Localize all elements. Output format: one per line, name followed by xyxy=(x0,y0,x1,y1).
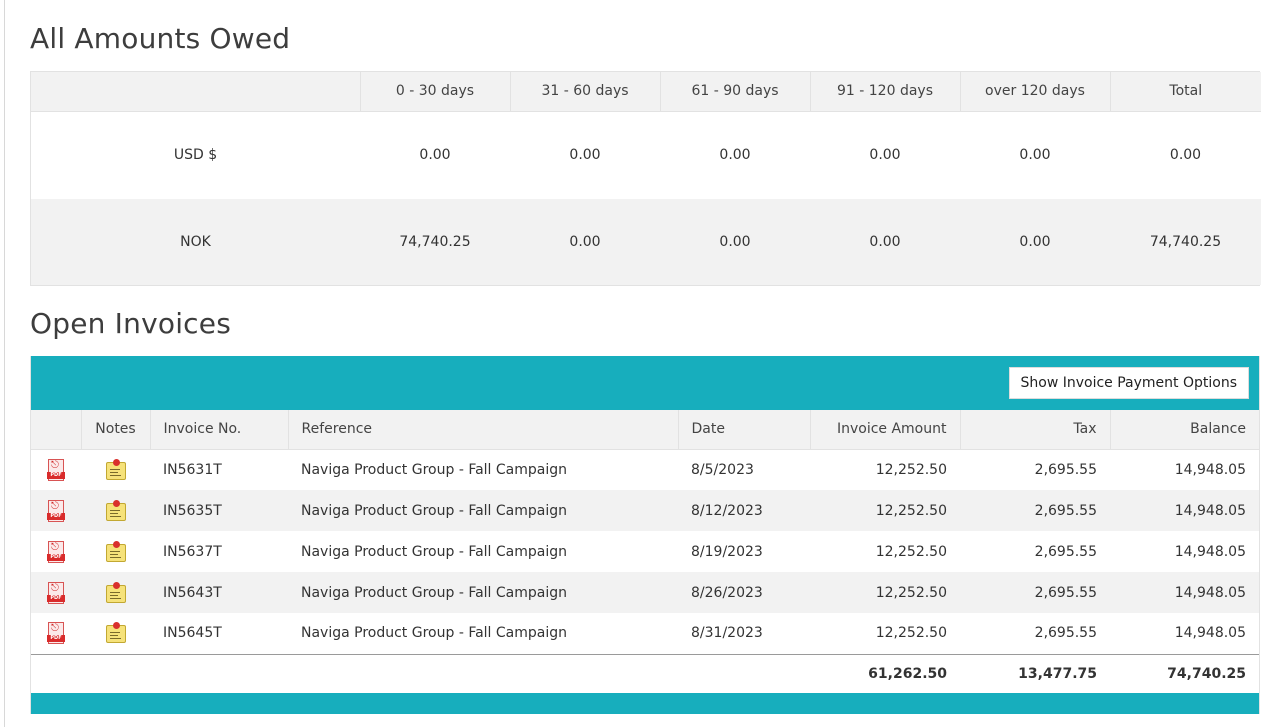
open-invoices-panel: Show Invoice Payment Options Notes Invoi… xyxy=(30,356,1260,714)
aging-row-usd: USD $ 0.00 0.00 0.00 0.00 0.00 0.00 xyxy=(31,111,1261,199)
aging-value: 0.00 xyxy=(810,199,960,285)
pdf-file-icon[interactable]: ⎋ PDF xyxy=(47,540,65,563)
invoice-balance: 14,948.05 xyxy=(1110,490,1259,531)
invoice-date: 8/12/2023 xyxy=(678,490,810,531)
aging-total: 0.00 xyxy=(1110,111,1261,199)
header-tax[interactable]: Tax xyxy=(959,410,1110,450)
invoice-row: ⎋ PDF IN5645T Naviga Product Group - Fall C… xyxy=(31,613,1259,654)
invoice-totals-row: 61,262.50 13,477.75 74,740.25 xyxy=(31,653,1259,693)
amounts-owed-title: All Amounts Owed xyxy=(30,22,291,55)
invoice-reference: Naviga Product Group - Fall Campaign xyxy=(301,461,568,478)
aging-header-currency xyxy=(31,72,360,112)
pdf-file-icon[interactable]: ⎋ PDF xyxy=(47,458,65,481)
sticky-note-icon[interactable] xyxy=(105,458,127,481)
invoice-number[interactable]: IN5645T xyxy=(150,613,288,654)
aging-header-0-30: 0 - 30 days xyxy=(359,72,510,112)
invoices-footer-bar xyxy=(31,693,1259,714)
invoice-amount: 12,252.50 xyxy=(810,572,960,613)
aging-header-61-90: 61 - 90 days xyxy=(659,72,810,112)
header-notes[interactable]: Notes xyxy=(80,410,150,450)
amounts-owed-table: 0 - 30 days 31 - 60 days 61 - 90 days 91… xyxy=(30,71,1261,286)
invoice-reference: Naviga Product Group - Fall Campaign xyxy=(288,490,678,531)
aging-value: 0.00 xyxy=(960,199,1110,285)
show-payment-options-button[interactable]: Show Invoice Payment Options xyxy=(1008,367,1249,399)
aging-header-total: Total xyxy=(1109,72,1261,112)
invoice-date: 8/26/2023 xyxy=(678,572,810,613)
invoice-reference: Naviga Product Group - Fall Campaign xyxy=(301,543,568,560)
invoice-reference: Naviga Product Group - Fall Campaign xyxy=(301,625,568,642)
invoice-row: ⎋ PDF IN5635T Naviga Product Group - Fall C… xyxy=(31,490,1259,531)
aging-currency: USD $ xyxy=(31,111,360,199)
invoice-date: 8/31/2023 xyxy=(691,625,763,642)
aging-value: 0.00 xyxy=(810,111,960,199)
header-invoice-no[interactable]: Invoice No. xyxy=(149,410,288,450)
invoice-balance: 14,948.05 xyxy=(1174,625,1246,642)
total-tax: 13,477.75 xyxy=(960,653,1110,693)
pdf-file-icon[interactable]: ⎋ PDF xyxy=(47,622,65,645)
aging-value: 0.00 xyxy=(510,199,660,285)
invoice-date: 8/19/2023 xyxy=(691,543,763,560)
pdf-file-icon[interactable]: ⎋ PDF xyxy=(47,499,65,522)
aging-value: 74,740.25 xyxy=(360,199,510,285)
invoice-tax: 2,695.55 xyxy=(960,572,1110,613)
invoice-row: ⎋ PDF IN5631T Naviga Product Group - Fall C… xyxy=(31,449,1259,490)
header-pdf xyxy=(31,410,81,450)
aging-total: 74,740.25 xyxy=(1110,199,1261,285)
sticky-note-icon[interactable] xyxy=(105,622,127,644)
pdf-file-icon[interactable]: ⎋ PDF xyxy=(47,581,65,604)
aging-header-over-120: over 120 days xyxy=(959,72,1110,112)
sticky-note-icon[interactable] xyxy=(105,540,127,563)
open-invoices-title: Open Invoices xyxy=(30,307,231,340)
aging-value: 0.00 xyxy=(660,199,810,285)
total-invoice-amount: 61,262.50 xyxy=(810,653,960,693)
header-balance[interactable]: Balance xyxy=(1109,410,1259,450)
invoice-row: ⎋ PDF IN5637T Naviga Product Group - Fall C… xyxy=(31,531,1259,572)
invoice-tax: 2,695.55 xyxy=(1034,625,1097,642)
invoices-toolbar: Show Invoice Payment Options xyxy=(31,356,1259,410)
invoice-number[interactable]: IN5637T xyxy=(150,531,288,572)
invoice-date: 8/5/2023 xyxy=(691,461,754,478)
total-balance: 74,740.25 xyxy=(1110,653,1259,693)
invoice-tax: 2,695.55 xyxy=(1034,461,1097,478)
invoice-tax: 2,695.55 xyxy=(1034,543,1097,560)
invoice-number[interactable]: IN5643T xyxy=(150,572,288,613)
aging-value: 0.00 xyxy=(960,111,1110,199)
invoice-number[interactable]: IN5631T xyxy=(150,449,288,490)
invoice-balance: 14,948.05 xyxy=(1110,572,1259,613)
invoice-amount: 12,252.50 xyxy=(810,490,960,531)
invoice-header-row: Notes Invoice No. Reference Date Invoice… xyxy=(31,410,1259,450)
invoice-amount: 12,252.50 xyxy=(875,625,947,642)
header-reference[interactable]: Reference xyxy=(287,410,678,450)
invoice-reference: Naviga Product Group - Fall Campaign xyxy=(288,572,678,613)
aging-header-31-60: 31 - 60 days xyxy=(509,72,660,112)
aging-value: 0.00 xyxy=(660,111,810,199)
aging-value: 0.00 xyxy=(360,111,510,199)
aging-header-row: 0 - 30 days 31 - 60 days 61 - 90 days 91… xyxy=(31,72,1261,112)
invoice-amount: 12,252.50 xyxy=(875,543,947,560)
aging-header-91-120: 91 - 120 days xyxy=(809,72,960,112)
invoice-tax: 2,695.55 xyxy=(960,490,1110,531)
invoice-row: ⎋ PDF IN5643T Naviga Product Group - Fall C… xyxy=(31,572,1259,613)
sticky-note-icon[interactable] xyxy=(105,499,127,522)
invoice-balance: 14,948.05 xyxy=(1174,543,1246,560)
invoice-number[interactable]: IN5635T xyxy=(150,490,288,531)
header-date[interactable]: Date xyxy=(677,410,810,450)
header-invoice-amount[interactable]: Invoice Amount xyxy=(809,410,960,450)
aging-currency: NOK xyxy=(31,199,360,285)
aging-row-nok: NOK 74,740.25 0.00 0.00 0.00 0.00 74,740… xyxy=(31,199,1261,285)
invoice-amount: 12,252.50 xyxy=(875,461,947,478)
page-left-border xyxy=(4,0,5,727)
open-invoices-table: Notes Invoice No. Reference Date Invoice… xyxy=(31,410,1259,693)
sticky-note-icon[interactable] xyxy=(105,581,127,604)
aging-value: 0.00 xyxy=(510,111,660,199)
invoice-balance: 14,948.05 xyxy=(1174,461,1246,478)
